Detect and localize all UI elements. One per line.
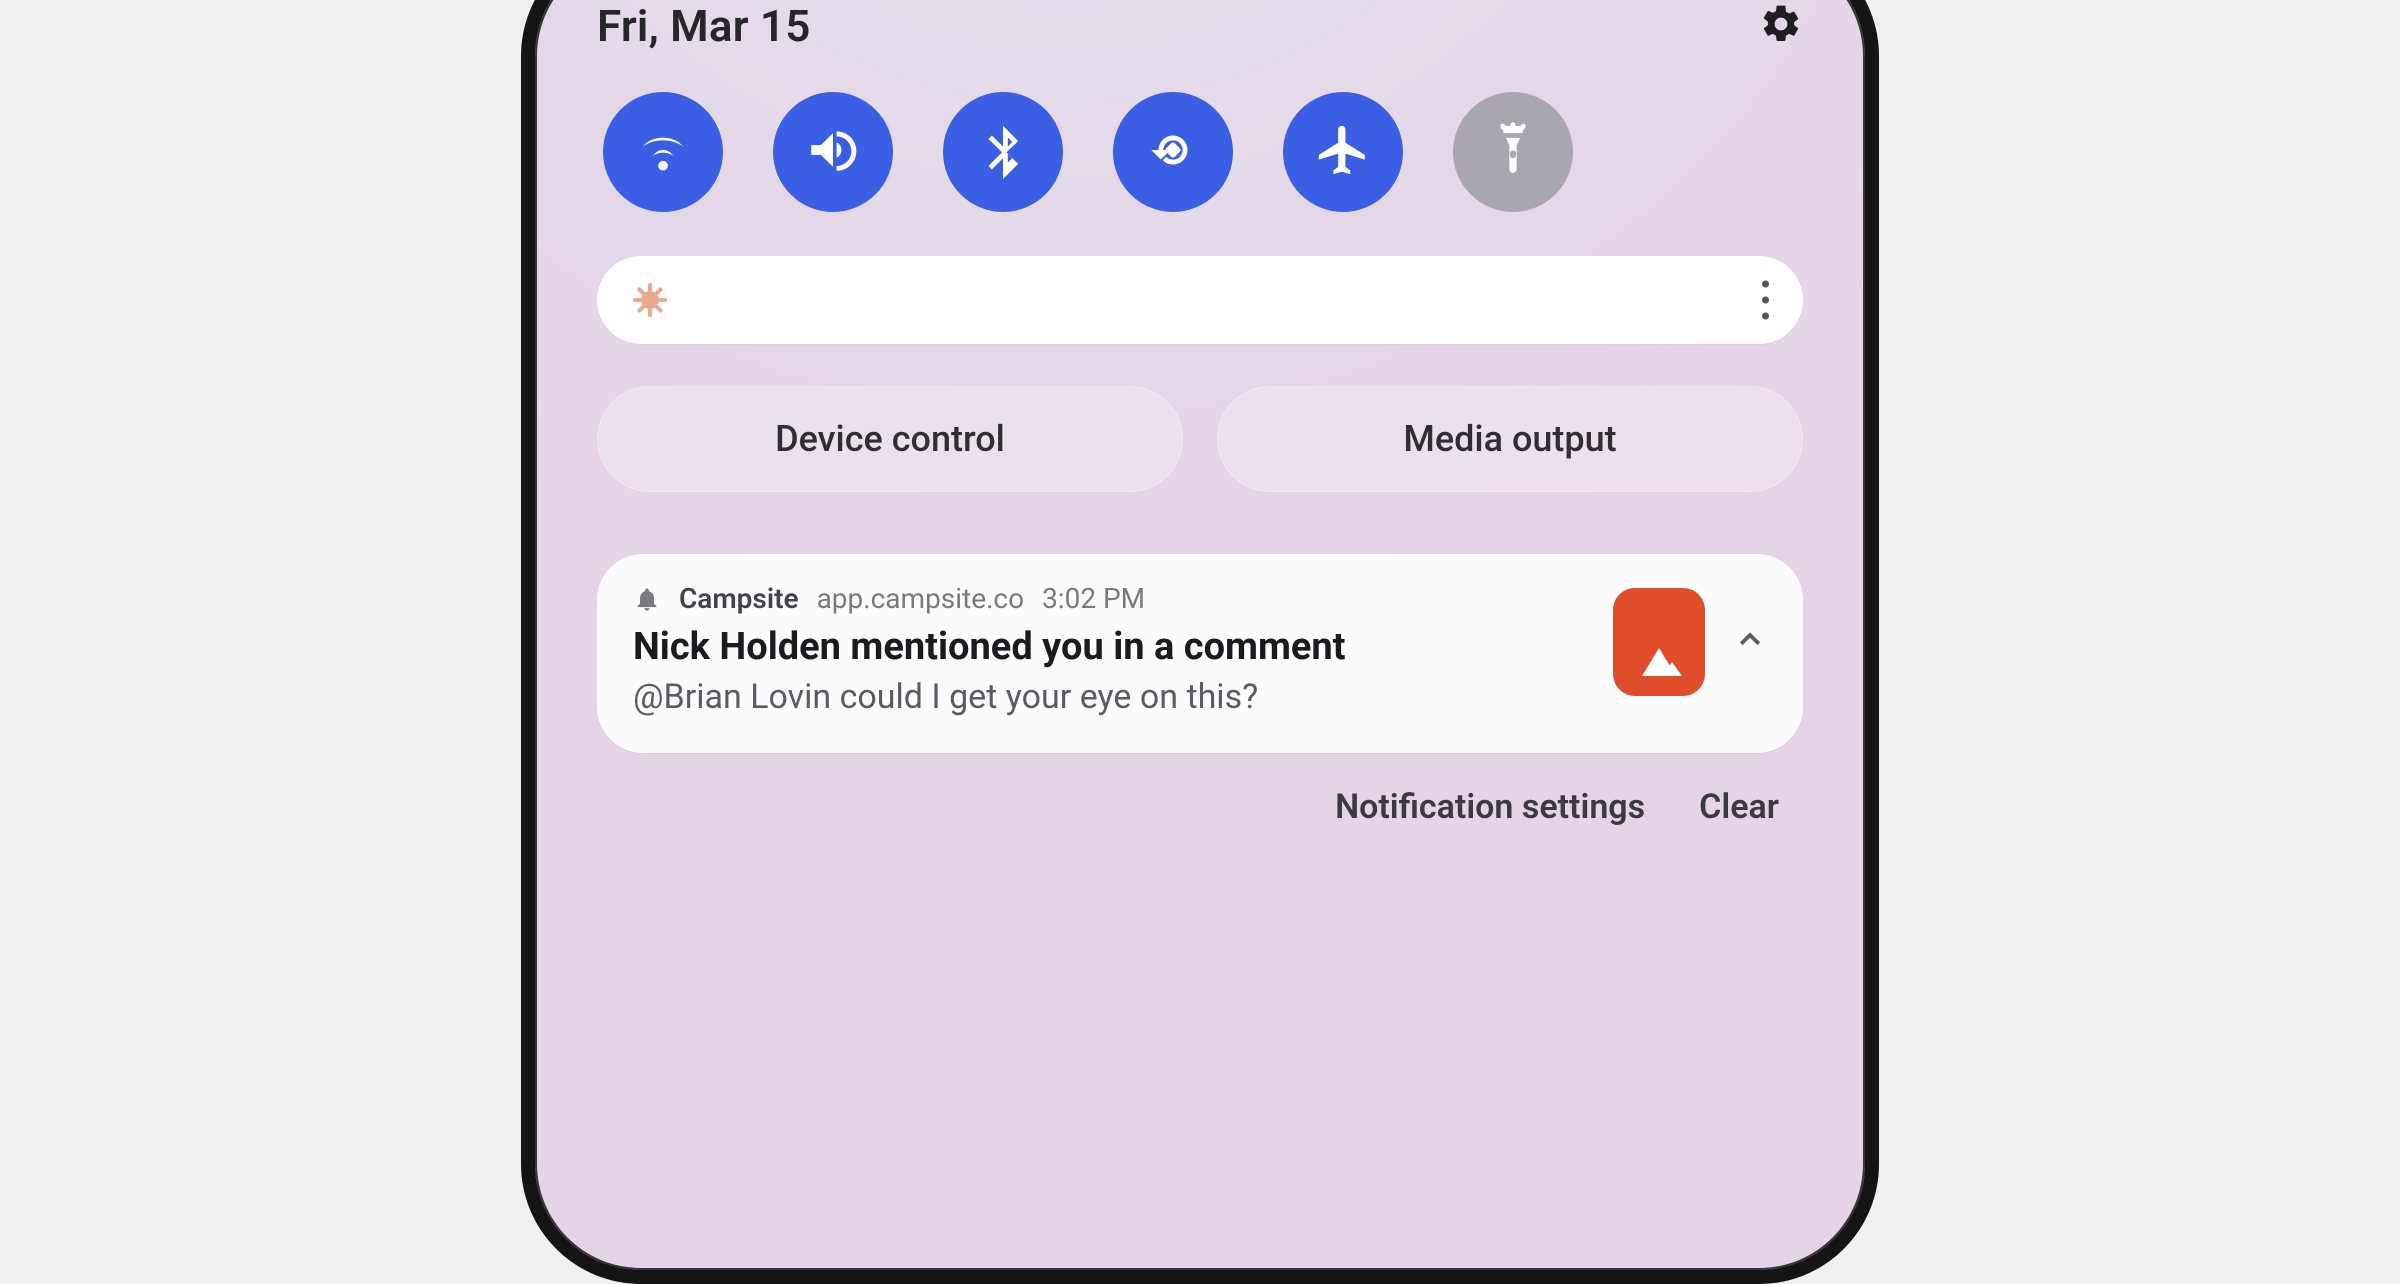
phone-frame: Fri, Mar 15 (521, 0, 1879, 1284)
notification-meta: Campsite app.campsite.co 3:02 PM (633, 582, 1589, 615)
collapse-chevron-icon[interactable] (1735, 625, 1765, 659)
flashlight-icon (1484, 121, 1542, 183)
bluetooth-tile[interactable] (943, 92, 1063, 212)
notification-card[interactable]: Campsite app.campsite.co 3:02 PM Nick Ho… (597, 554, 1803, 753)
media-output-button[interactable]: Media output (1217, 386, 1803, 492)
brightness-more-icon[interactable] (1762, 281, 1769, 320)
sound-icon (804, 121, 862, 183)
brightness-icon (633, 283, 667, 317)
notification-body: @Brian Lovin could I get your eye on thi… (633, 677, 1589, 717)
volume-up-button[interactable] (521, 250, 523, 440)
app-icon (1613, 588, 1705, 696)
power-button[interactable] (1877, 150, 1879, 450)
notification-time: 3:02 PM (1042, 582, 1145, 615)
autorotate-tile[interactable] (1113, 92, 1233, 212)
wifi-tile[interactable] (603, 92, 723, 212)
clear-button[interactable]: Clear (1699, 787, 1779, 827)
notification-shade: Fri, Mar 15 (535, 0, 1865, 827)
volume-down-button[interactable] (521, 565, 523, 945)
status-date: Fri, Mar 15 (597, 0, 811, 52)
notification-app-name: Campsite (679, 582, 799, 615)
quick-settings-tiles (597, 92, 1803, 212)
autorotate-icon (1144, 121, 1202, 183)
device-control-button[interactable]: Device control (597, 386, 1183, 492)
settings-gear-icon[interactable] (1759, 2, 1803, 50)
wifi-icon (634, 121, 692, 183)
airplane-tile[interactable] (1283, 92, 1403, 212)
brightness-slider[interactable] (597, 256, 1803, 344)
notification-domain: app.campsite.co (817, 582, 1025, 615)
bluetooth-icon (974, 121, 1032, 183)
flashlight-tile[interactable] (1453, 92, 1573, 212)
notification-settings-button[interactable]: Notification settings (1335, 787, 1645, 827)
sound-tile[interactable] (773, 92, 893, 212)
notification-title: Nick Holden mentioned you in a comment (633, 625, 1589, 669)
bell-icon (633, 585, 661, 613)
airplane-icon (1314, 121, 1372, 183)
